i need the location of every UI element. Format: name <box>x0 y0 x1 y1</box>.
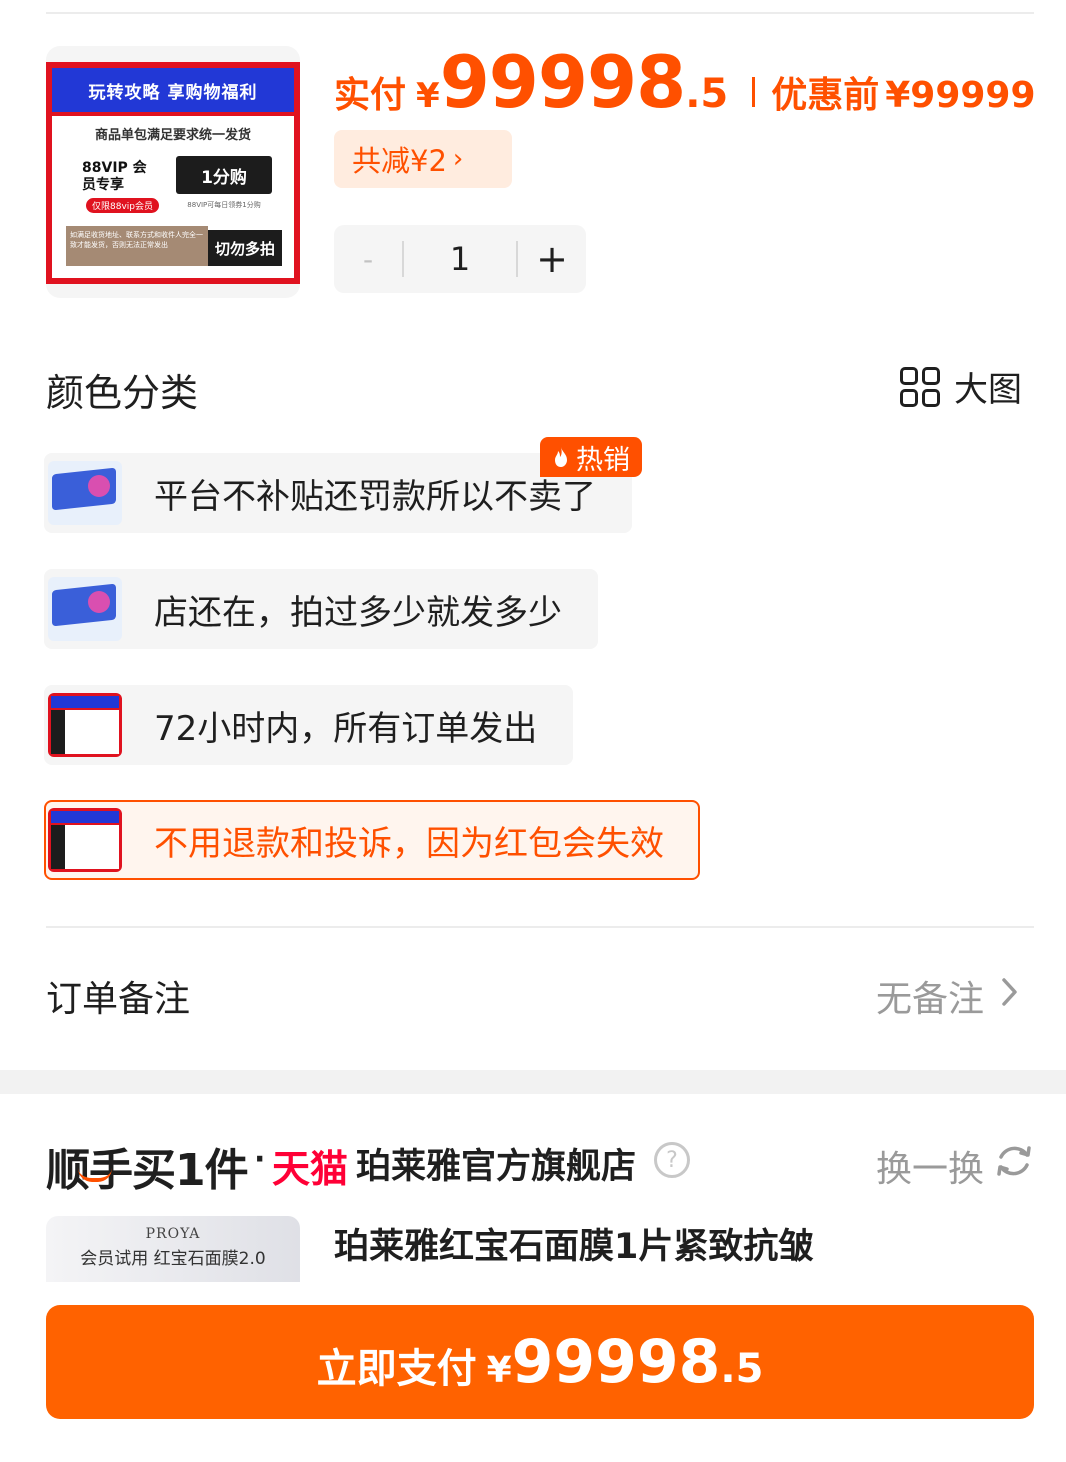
discount-badge[interactable]: 共减¥2 › <box>334 130 512 188</box>
store-name[interactable]: 珀莱雅官方旗舰店 <box>356 1138 636 1189</box>
quantity-stepper: - 1 + <box>334 225 586 293</box>
quantity-value[interactable]: 1 <box>404 240 516 278</box>
variant-label: 72小时内，所有订单发出 <box>154 708 538 749</box>
promo-one-cent: 1分购 <box>176 156 272 194</box>
flame-icon <box>555 447 567 467</box>
addon-product-name[interactable]: 珀莱雅红宝石面膜1片紧致抗皱 <box>334 1218 813 1269</box>
hot-sale-label: 热销 <box>576 444 630 476</box>
original-price: ¥99999 <box>885 75 1036 116</box>
variant-section-title: 颜色分类 <box>46 371 199 415</box>
promo-header: 玩转攻略 享购物福利 <box>52 68 294 112</box>
addon-brand: PROYA <box>145 1226 201 1242</box>
price-integer: 99998 <box>439 40 686 124</box>
promo-vip-label: 88VIP 会员专享 <box>82 160 147 193</box>
addon-product-image[interactable]: PROYA 会员试用 红宝石面膜2.0 <box>46 1216 300 1282</box>
original-price-label: 优惠前 <box>771 75 880 116</box>
section-divider <box>46 926 1034 928</box>
addon-title: 顺手买1件 <box>46 1145 249 1196</box>
variant-thumbnail <box>48 808 122 872</box>
pay-label: 实付 <box>334 75 407 116</box>
promo-card: 玩转攻略 享购物福利 商品单包满足要求统一发货 88VIP 会员专享 仅限88v… <box>46 62 300 284</box>
section-spacer <box>0 1070 1066 1094</box>
variant-thumbnail <box>48 577 122 641</box>
increment-button[interactable]: + <box>518 237 586 281</box>
promo-no-multi: 切勿多拍 <box>208 230 282 266</box>
help-icon[interactable]: ? <box>654 1142 690 1178</box>
variant-option[interactable]: 72小时内，所有订单发出 <box>44 685 574 765</box>
title-separator: · <box>254 1142 266 1177</box>
order-remark-value[interactable]: 无备注 <box>876 970 984 1022</box>
decrement-button[interactable]: - <box>334 243 402 276</box>
currency-symbol: ¥ <box>416 76 440 116</box>
promo-tiny-note: 88VIP可每日领券1分购 <box>187 201 261 209</box>
variant-thumbnail <box>48 461 122 525</box>
refresh-icon[interactable] <box>994 1141 1034 1181</box>
product-image[interactable]: 玩转攻略 享购物福利 商品单包满足要求统一发货 88VIP 会员专享 仅限88v… <box>46 46 300 298</box>
chevron-right-icon[interactable] <box>998 972 1022 1012</box>
big-image-toggle[interactable]: 大图 <box>900 362 1022 411</box>
order-remark-label: 订单备注 <box>46 979 191 1020</box>
variant-label: 店还在，拍过多少就发多少 <box>154 592 562 633</box>
discount-text: 共减¥2 <box>352 144 447 178</box>
pay-currency: ¥ <box>486 1350 512 1391</box>
price-separator <box>752 77 756 107</box>
price-decimal: .5 <box>685 71 729 117</box>
variant-option-selected[interactable]: 不用退款和投诉，因为红包会失效 <box>44 800 700 880</box>
pay-amount-integer: 99998 <box>511 1327 721 1397</box>
variant-label: 不用退款和投诉，因为红包会失效 <box>154 823 664 864</box>
variant-option[interactable]: 店还在，拍过多少就发多少 <box>44 569 598 649</box>
grid-icon <box>900 366 940 407</box>
pay-amount-decimal: .5 <box>720 1346 764 1392</box>
pay-now-label: 立即支付 <box>316 1346 477 1392</box>
promo-warning: 如满足收货地址、联系方式和收件人完全一致才能发货，否则无法正常发出 <box>66 226 208 266</box>
swap-button[interactable]: 换一换 <box>876 1140 984 1192</box>
order-confirm-page: 玩转攻略 享购物福利 商品单包满足要求统一发货 88VIP 会员专享 仅限88v… <box>0 0 1066 1462</box>
promo-body: 商品单包满足要求统一发货 88VIP 会员专享 仅限88vip会员 1分购 88… <box>52 116 294 278</box>
promo-vip-pill: 仅限88vip会员 <box>86 198 159 213</box>
variant-thumbnail <box>48 693 122 757</box>
variant-label: 平台不补贴还罚款所以不卖了 <box>154 476 596 517</box>
chevron-right-icon: › <box>452 144 464 174</box>
price-row: 实付 ¥ 99998 .5 优惠前 ¥99999 <box>334 40 1036 130</box>
hot-sale-badge: 热销 <box>540 437 642 477</box>
big-image-label: 大图 <box>954 370 1022 410</box>
tmall-logo: 天猫 <box>272 1147 349 1191</box>
promo-line: 商品单包满足要求统一发货 <box>94 128 251 143</box>
addon-image-caption: 会员试用 红宝石面膜2.0 <box>80 1249 266 1269</box>
top-divider <box>46 12 1034 14</box>
pay-now-button[interactable]: 立即支付 ¥ 99998 .5 <box>46 1305 1034 1419</box>
